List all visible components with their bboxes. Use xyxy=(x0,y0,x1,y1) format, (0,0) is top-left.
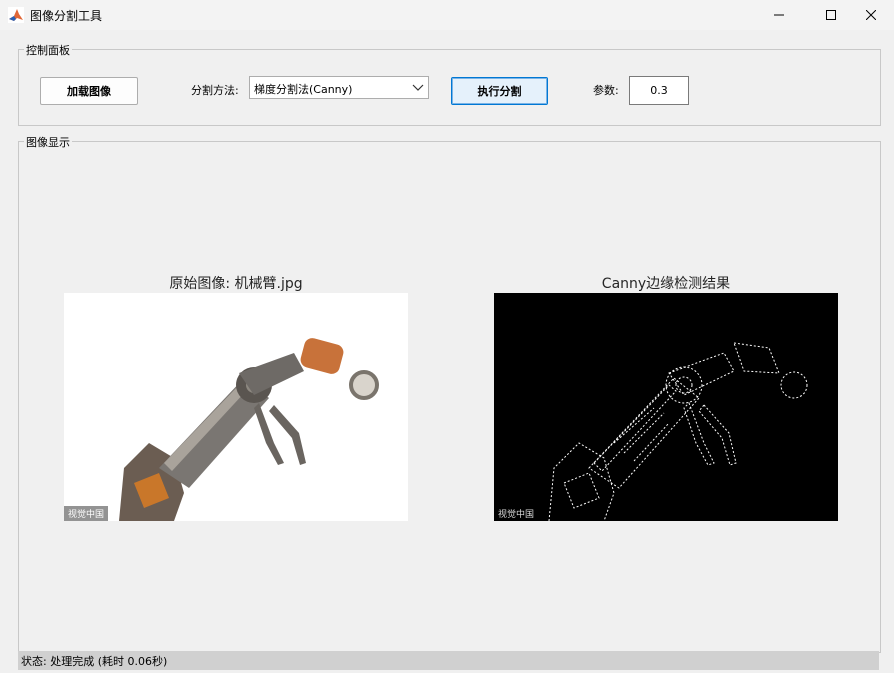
display-panel: 图像显示 原始图像: 机械臂.jpg 视觉中国 Canny边缘检测结果 视觉中国 xyxy=(18,134,881,653)
original-watermark: 视觉中国 xyxy=(64,506,109,521)
execute-segmentation-button[interactable]: 执行分割 xyxy=(451,77,548,105)
display-panel-legend: 图像显示 xyxy=(24,134,72,150)
robot-arm-illustration xyxy=(119,338,379,521)
control-panel-legend: 控制面板 xyxy=(24,42,72,58)
window-title: 图像分割工具 xyxy=(30,9,103,23)
title-bar: 图像分割工具 xyxy=(0,0,894,30)
status-bar: 状态: 处理完成 (耗时 0.06秒) xyxy=(18,651,879,670)
matlab-icon xyxy=(8,7,24,23)
param-input[interactable]: 0.3 xyxy=(629,76,689,105)
param-label: 参数: xyxy=(593,84,619,97)
method-select-value: 梯度分割法(Canny) xyxy=(254,83,353,96)
result-watermark: 视觉中国 xyxy=(498,510,535,520)
status-text: 状态: 处理完成 (耗时 0.06秒) xyxy=(21,654,168,668)
minimize-button[interactable] xyxy=(756,0,802,30)
close-button[interactable] xyxy=(848,0,894,30)
minimize-icon xyxy=(774,14,784,16)
edge-map-illustration xyxy=(548,342,808,521)
control-panel: 控制面板 加载图像 分割方法: 梯度分割法(Canny) 执行分割 参数: 0.… xyxy=(18,42,881,126)
chevron-down-icon xyxy=(412,84,424,91)
method-select[interactable]: 梯度分割法(Canny) xyxy=(249,76,429,99)
load-image-button[interactable]: 加载图像 xyxy=(40,77,138,105)
method-label: 分割方法: xyxy=(191,84,239,97)
close-icon xyxy=(866,10,876,20)
original-image: 视觉中国 xyxy=(64,293,408,521)
original-image-title: 原始图像: 机械臂.jpg xyxy=(169,276,303,292)
maximize-icon xyxy=(826,10,836,20)
edge-result-image: 视觉中国 xyxy=(494,293,838,521)
result-image-title: Canny边缘检测结果 xyxy=(601,276,731,292)
